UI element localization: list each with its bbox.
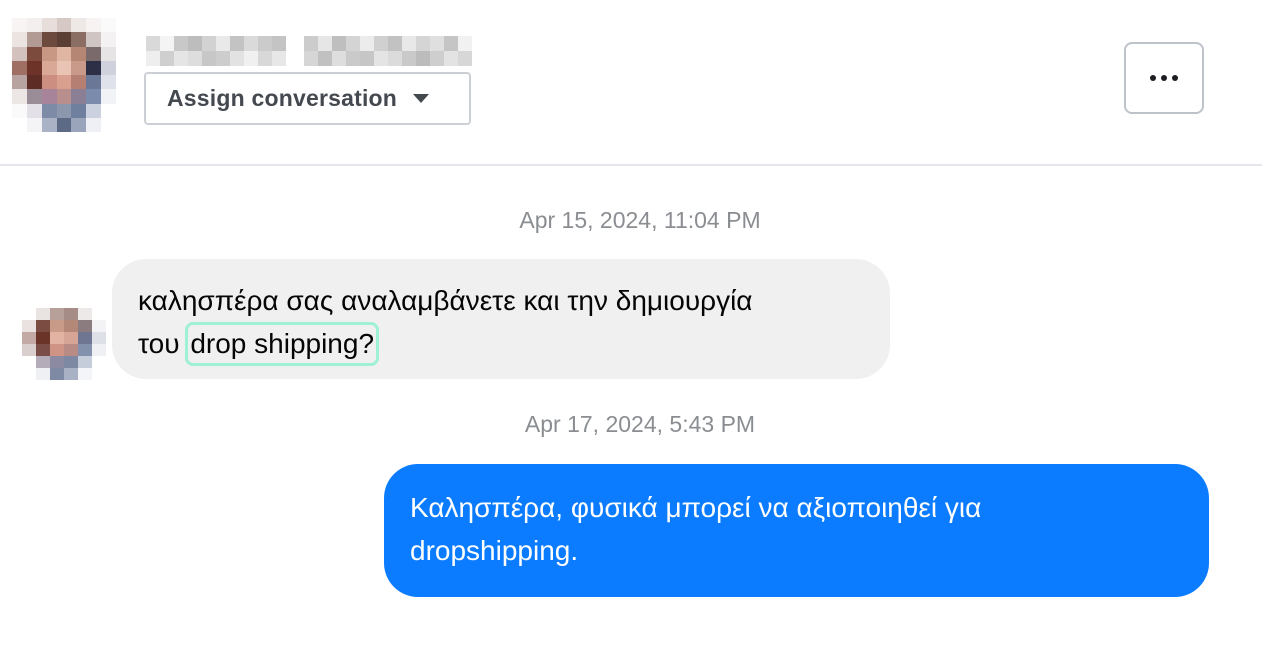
message-timestamp: Apr 17, 2024, 5:43 PM [524, 411, 756, 437]
message-text-line: Καλησπέρα, φυσικά μπορεί να αξιοποιηθεί … [410, 492, 982, 523]
caret-down-icon [413, 94, 430, 103]
message-text-line: dropshipping. [410, 535, 579, 566]
assign-conversation-label: Assign conversation [167, 85, 398, 111]
incoming-message-bubble[interactable]: καλησπέρα σας αναλαμβάνετε και την δημιο… [112, 259, 890, 379]
message-text-line: καλησπέρα σας αναλαμβάνετε και την δημιο… [138, 285, 753, 316]
conversation-header: Assign conversation [0, 0, 1262, 166]
highlighted-keyword: drop shipping? [185, 322, 380, 366]
sender-avatar[interactable] [22, 308, 106, 380]
more-horizontal-icon [1150, 75, 1178, 81]
message-text-line: του drop shipping? [138, 322, 864, 366]
assign-conversation-button[interactable]: Assign conversation [144, 72, 471, 125]
redacted-text-block [146, 36, 286, 66]
message-timestamp: Apr 15, 2024, 11:04 PM [519, 207, 761, 233]
more-options-button[interactable] [1124, 42, 1204, 114]
messenger-conversation: Assign conversation Apr 15, 2024, 11:04 … [0, 0, 1262, 645]
outgoing-message-bubble[interactable]: Καλησπέρα, φυσικά μπορεί να αξιοποιηθεί … [384, 464, 1209, 597]
contact-avatar[interactable] [12, 18, 116, 132]
redacted-text-block [304, 36, 472, 66]
message-text-fragment: του [138, 328, 188, 359]
contact-name-redacted [146, 36, 490, 66]
